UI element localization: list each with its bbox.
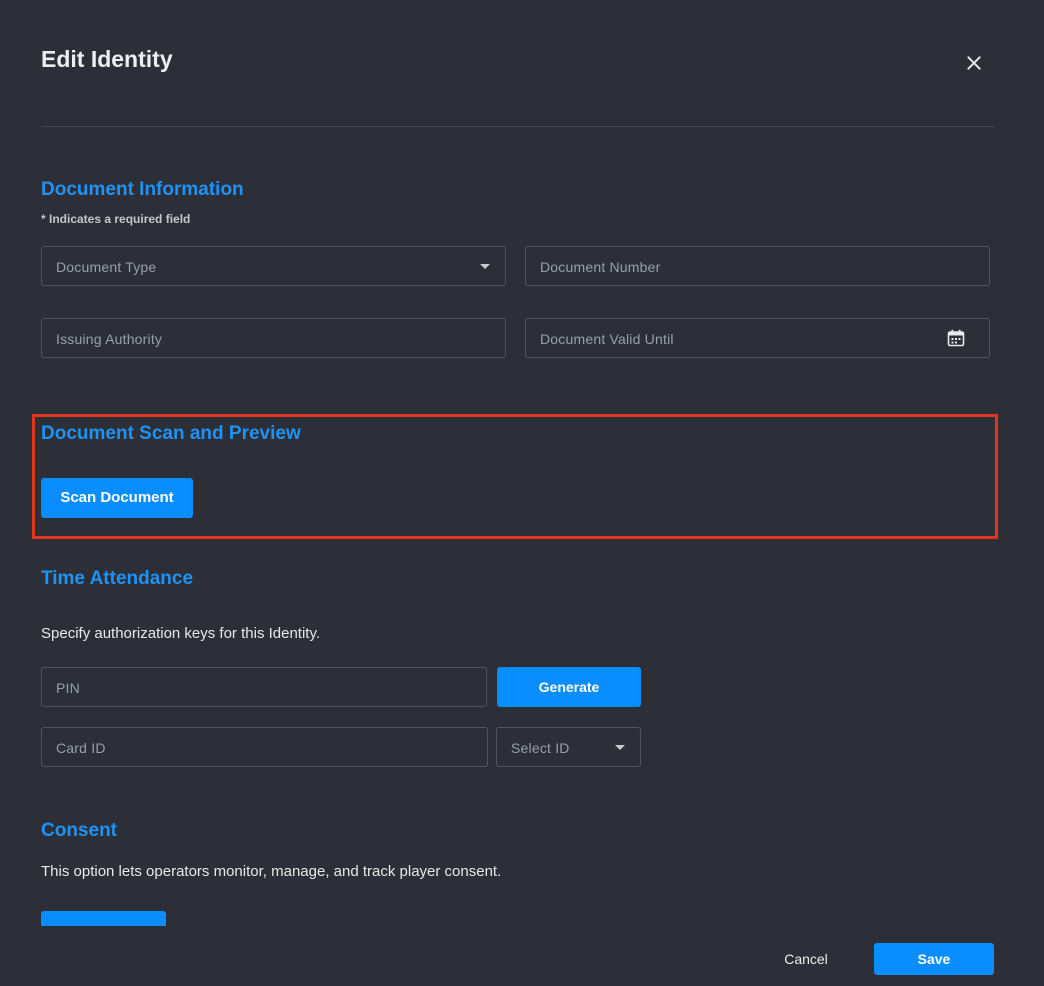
document-number-input[interactable]: Document Number [525, 246, 990, 286]
consent-description: This option lets operators monitor, mana… [41, 863, 502, 880]
card-id-input[interactable]: Card ID [41, 727, 488, 767]
caret-down-icon [615, 745, 625, 750]
select-id-placeholder: Select ID [511, 740, 570, 756]
card-id-placeholder: Card ID [56, 740, 106, 756]
consent-title: Consent [41, 820, 117, 841]
document-valid-until-placeholder: Document Valid Until [540, 331, 674, 347]
issuing-authority-placeholder: Issuing Authority [56, 331, 163, 347]
document-number-placeholder: Document Number [540, 259, 661, 275]
pin-placeholder: PIN [56, 680, 80, 696]
document-type-placeholder: Document Type [56, 259, 157, 275]
header-divider [41, 126, 994, 127]
document-valid-until-input[interactable]: Document Valid Until [525, 318, 990, 358]
select-id-dropdown[interactable]: Select ID [496, 727, 641, 767]
document-scan-title: Document Scan and Preview [41, 423, 301, 444]
required-field-note: * Indicates a required field [41, 212, 191, 226]
cancel-button[interactable]: Cancel [770, 943, 842, 975]
calendar-icon[interactable] [947, 329, 965, 347]
caret-down-icon [480, 264, 490, 269]
pin-input[interactable]: PIN [41, 667, 487, 707]
scan-document-button[interactable]: Scan Document [41, 478, 193, 518]
time-attendance-description: Specify authorization keys for this Iden… [41, 625, 321, 642]
document-information-title: Document Information [41, 179, 244, 200]
time-attendance-title: Time Attendance [41, 568, 194, 589]
save-button[interactable]: Save [874, 943, 994, 975]
issuing-authority-input[interactable]: Issuing Authority [41, 318, 506, 358]
document-type-select[interactable]: Document Type [41, 246, 506, 286]
modal-title: Edit Identity [41, 46, 173, 72]
generate-button[interactable]: Generate [497, 667, 641, 707]
close-icon[interactable] [962, 51, 986, 75]
